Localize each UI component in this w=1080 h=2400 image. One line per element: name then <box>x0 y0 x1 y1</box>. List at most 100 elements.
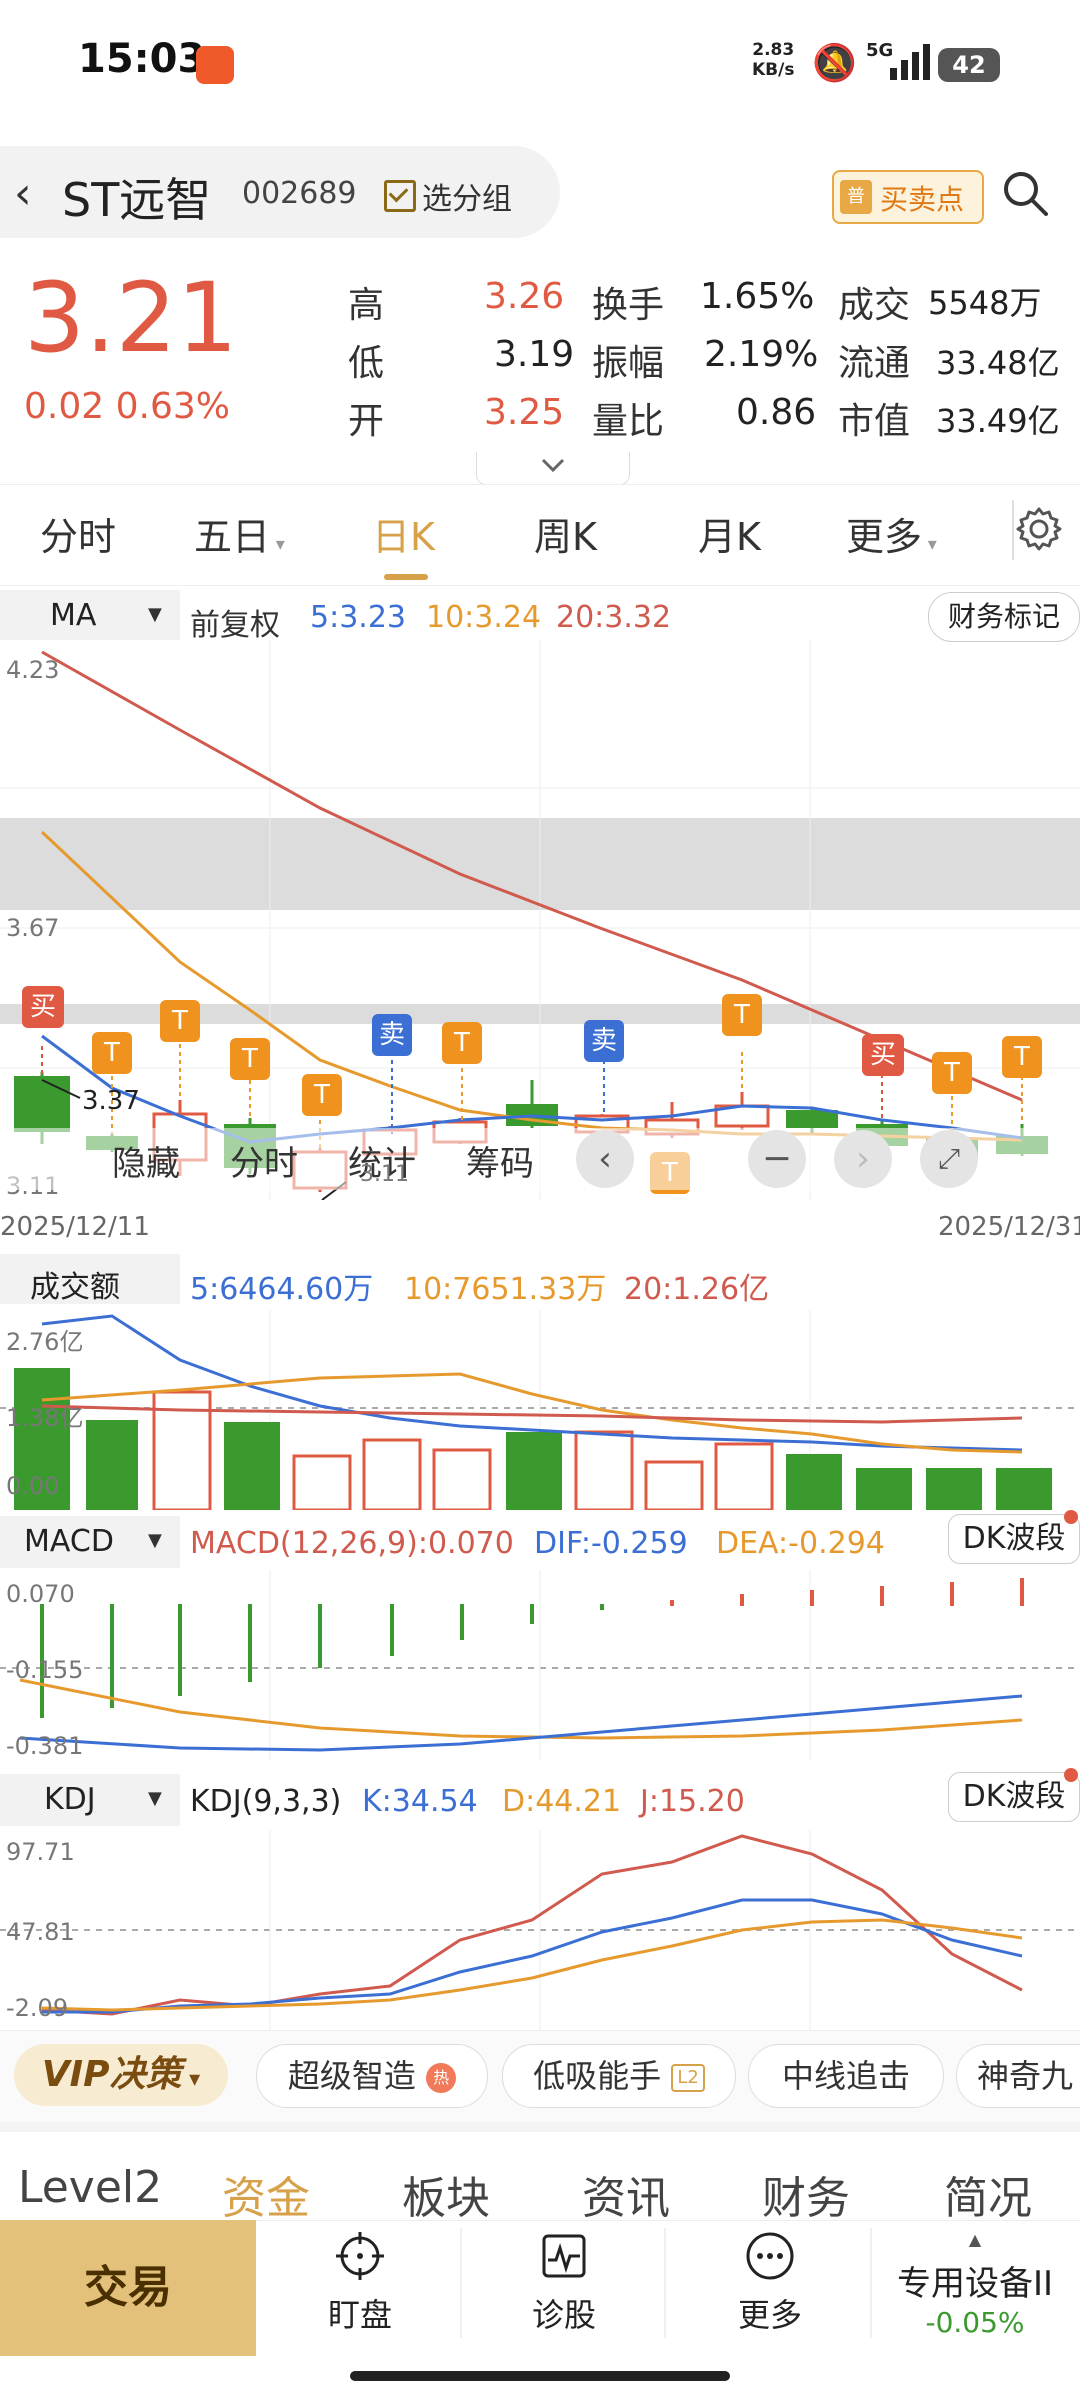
stock-chart-icon <box>542 2234 586 2278</box>
watchlist-check-icon[interactable] <box>384 180 416 212</box>
search-icon[interactable] <box>1000 168 1050 218</box>
tab-daily-k[interactable]: 日K <box>372 506 435 561</box>
tab-profile[interactable]: 简况 <box>944 2162 1032 2226</box>
target-icon <box>336 2232 384 2280</box>
ma-selector-arrow-icon: ▼ <box>148 604 162 625</box>
buy-signal[interactable]: 买 <box>22 986 64 1028</box>
app-notification-icon <box>196 46 234 84</box>
t-signal[interactable]: T <box>442 1022 482 1064</box>
mktcap-label: 市值 <box>838 401 911 442</box>
candle <box>786 1110 838 1128</box>
macd-chart[interactable] <box>0 1570 1080 1760</box>
ticker-up-arrow-icon: ▲ <box>968 2230 982 2249</box>
volume-bar <box>644 1460 704 1510</box>
trade-button[interactable]: 交易 <box>0 2220 256 2356</box>
hide-toolbar-button[interactable]: 隐藏 <box>112 1136 180 1185</box>
price-axis-mid: 3.67 <box>6 914 60 942</box>
tab-weekly-k[interactable]: 周K <box>534 506 597 561</box>
sell-signal[interactable]: 卖 <box>584 1020 624 1062</box>
kline-chart[interactable] <box>0 640 1080 1200</box>
amount-value: 5548万 <box>928 284 1042 322</box>
tab-five-day[interactable]: 五日 ▾ <box>194 506 285 561</box>
volume-ratio-label: 量比 <box>592 401 665 442</box>
t-signal[interactable]: T <box>932 1052 972 1094</box>
more-label: 更多 <box>737 2296 802 2334</box>
adjust-mode[interactable]: 前复权 <box>190 600 280 644</box>
macd-dk-button[interactable]: DK波段 <box>948 1514 1080 1564</box>
kdj-k: K:34.54 <box>362 1784 478 1819</box>
bottom-divider <box>664 2228 666 2338</box>
turnover-value: 1.65% <box>700 276 815 317</box>
stock-name: ST远智 <box>62 173 212 227</box>
back-icon[interactable]: ‹ <box>14 168 32 219</box>
scroll-left-icon[interactable]: ‹ <box>576 1130 634 1188</box>
volume-chart[interactable] <box>0 1310 1080 1510</box>
sell-signal[interactable]: 卖 <box>372 1014 412 1056</box>
price-change: 0.02 0.63% <box>24 386 230 427</box>
float-label: 流通 <box>838 343 911 384</box>
buysell-points-button[interactable]: 普 买卖点 <box>832 170 984 224</box>
feature-midline-chase[interactable]: 中线追击 <box>748 2044 944 2108</box>
kdj-chart[interactable] <box>0 1830 1080 2030</box>
t-signal[interactable]: T <box>160 1000 200 1042</box>
t-signal[interactable]: T <box>230 1038 270 1080</box>
volume-bar <box>86 1420 138 1510</box>
expand-quote-button[interactable] <box>476 452 630 485</box>
volume-bar <box>292 1454 352 1510</box>
price-axis-top: 4.23 <box>6 656 60 684</box>
zoom-out-icon[interactable]: − <box>748 1130 806 1188</box>
tab-monthly-k[interactable]: 月K <box>698 506 761 561</box>
low-label: 低 <box>348 343 385 384</box>
t-signal[interactable]: T <box>722 994 762 1036</box>
tab-more[interactable]: 更多 ▾ <box>846 506 937 561</box>
fullscreen-icon[interactable]: ⤢ <box>920 1130 978 1188</box>
volume-bar <box>432 1448 492 1510</box>
diagnose-button[interactable]: 诊股 <box>504 2228 624 2348</box>
kdj-axis-top: 97.71 <box>6 1838 75 1866</box>
settings-gear-icon[interactable] <box>1014 504 1064 554</box>
mktcap-value: 33.49亿 <box>936 402 1060 440</box>
vol-ma5-value: 5:6464.60万 <box>190 1272 374 1307</box>
tab-level2[interactable]: Level2 <box>18 2162 162 2213</box>
select-group-button[interactable]: 选分组 <box>422 174 512 218</box>
t-signal[interactable]: T <box>92 1032 132 1074</box>
macd-selector-arrow-icon: ▼ <box>148 1530 162 1551</box>
scroll-right-icon[interactable]: › <box>834 1130 892 1188</box>
amplitude-label: 振幅 <box>592 343 665 384</box>
index-ticker[interactable]: ▲ 专用设备II -0.05% <box>872 2222 1078 2358</box>
high-label: 高 <box>348 285 385 326</box>
macd-axis-bottom: -0.381 <box>6 1732 84 1760</box>
kdj-dk-dot <box>1064 1768 1078 1782</box>
t-signal[interactable]: T <box>1002 1036 1042 1078</box>
buy-signal[interactable]: 买 <box>862 1034 904 1076</box>
diagnose-label: 诊股 <box>531 2296 596 2334</box>
macd-dif: DIF:-0.259 <box>534 1526 688 1561</box>
ma20-value: 20:3.32 <box>556 600 672 635</box>
macd-dif-line <box>19 1694 1023 1752</box>
tab-intraday[interactable]: 分时 <box>40 506 116 561</box>
feature-low-buy[interactable]: 低吸能手 L2 <box>502 2044 736 2108</box>
watch-label: 盯盘 <box>327 2296 392 2334</box>
date-start: 2025/12/11 <box>0 1212 150 1242</box>
amplitude-value: 2.19% <box>704 334 819 375</box>
intraday-overlay-button[interactable]: 分时 <box>230 1136 298 1185</box>
vol-ma20-value: 20:1.26亿 <box>624 1272 770 1307</box>
kdj-dk-button[interactable]: DK波段 <box>948 1772 1080 1822</box>
tab-sectors[interactable]: 板块 <box>402 2162 490 2226</box>
ma5-value: 5:3.23 <box>310 600 406 635</box>
financial-marks-button[interactable]: 财务标记 <box>928 592 1080 642</box>
buysell-badge: 普 <box>840 180 872 214</box>
stock-code: 002689 <box>242 176 357 211</box>
chips-button[interactable]: 筹码 <box>466 1136 534 1185</box>
volume-bar <box>574 1430 634 1510</box>
tab-news[interactable]: 资讯 <box>582 2162 670 2226</box>
tab-funds[interactable]: 资金 <box>222 2162 310 2226</box>
feature-magic-nine[interactable]: 神奇九 <box>956 2044 1080 2108</box>
tab-finance[interactable]: 财务 <box>762 2162 850 2226</box>
vip-decision-button[interactable]: VIP决策 ▾ <box>14 2044 228 2106</box>
volume-bar <box>786 1454 842 1510</box>
feature-super-manufacture[interactable]: 超级智造 热 <box>256 2044 488 2108</box>
more-button[interactable]: 更多 <box>710 2228 830 2348</box>
t-signal[interactable]: T <box>302 1074 342 1116</box>
watch-button[interactable]: 盯盘 <box>300 2228 420 2348</box>
